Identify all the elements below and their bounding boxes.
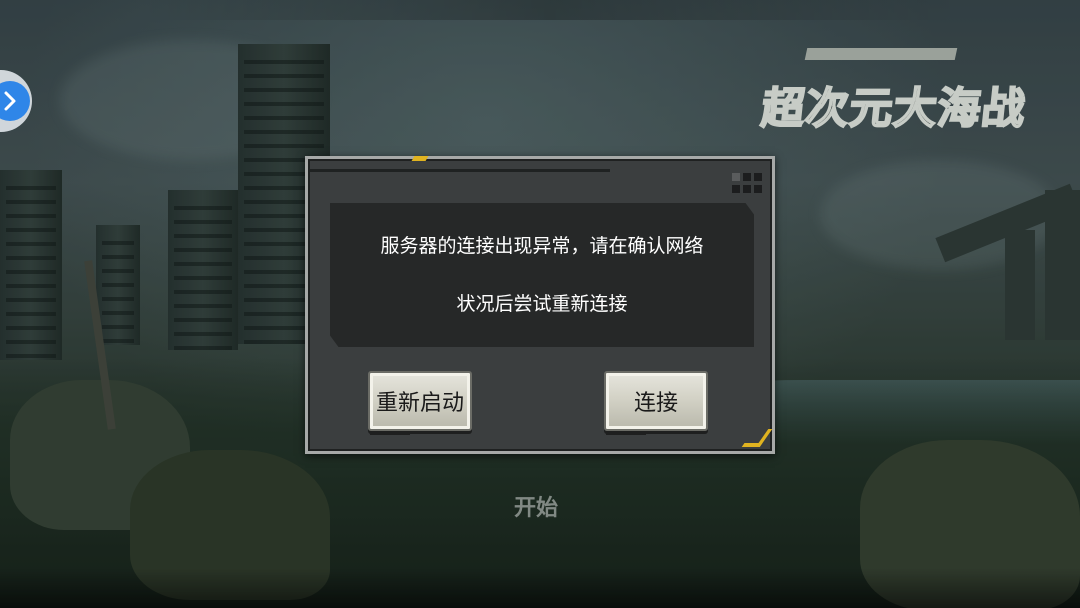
message-panel: 服务器的连接出现异常，请在确认网络 状况后尝试重新连接 xyxy=(330,203,754,347)
chevron-right-icon xyxy=(0,81,30,121)
connection-error-dialog: 服务器的连接出现异常，请在确认网络 状况后尝试重新连接 重新启动 连接 xyxy=(305,156,775,454)
connect-button[interactable]: 连接 xyxy=(604,371,708,435)
message-line-1: 服务器的连接出现异常，请在确认网络 xyxy=(380,235,704,257)
accent-corner xyxy=(741,429,773,447)
start-label: 开始 xyxy=(514,496,559,521)
dialog-grip-icon xyxy=(732,173,762,193)
accent-mark xyxy=(411,156,429,161)
message-line-2: 状况后尝试重新连接 xyxy=(456,293,628,315)
restart-button[interactable]: 重新启动 xyxy=(368,371,472,435)
logo-subtitle xyxy=(804,48,958,60)
logo-title: 超次元大海战 xyxy=(758,83,1029,135)
dialog-stripe xyxy=(310,169,610,172)
game-logo: 超次元大海战 xyxy=(758,48,1029,138)
